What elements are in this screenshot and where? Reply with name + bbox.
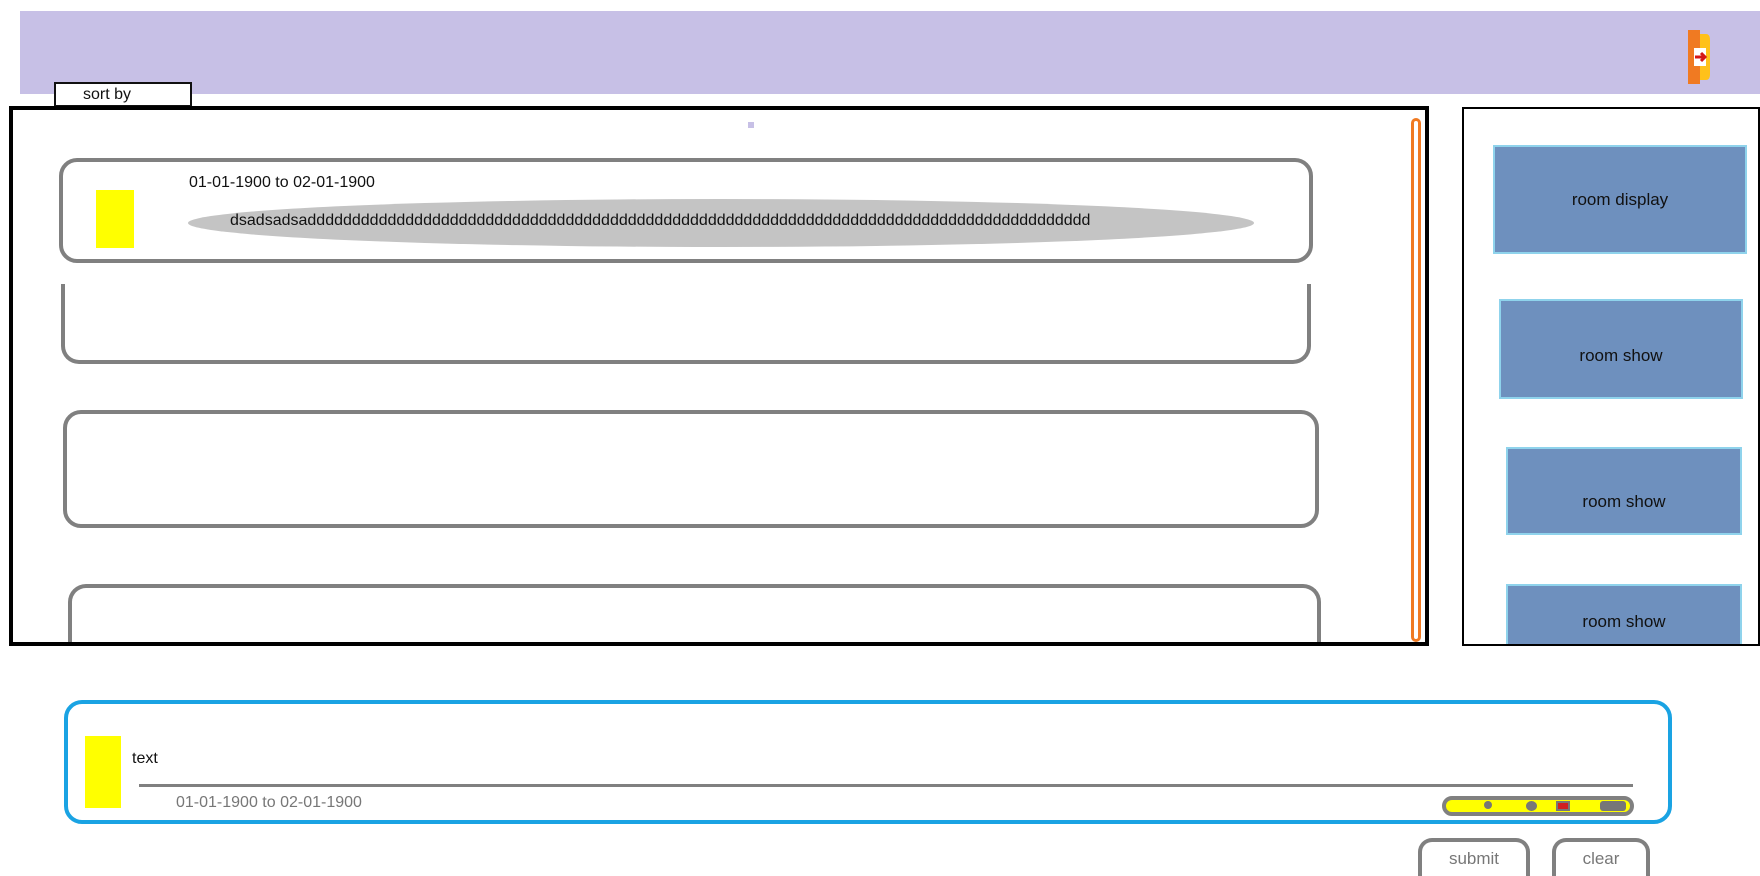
composer-divider (139, 784, 1633, 787)
message-composer: text 01-01-1900 to 02-01-1900 (64, 700, 1672, 824)
formatting-toolbar (1442, 796, 1634, 816)
room-sidebar: room display room show room show room sh… (1462, 107, 1760, 646)
room-show-button[interactable]: room show (1506, 447, 1742, 535)
composer-date-range: 01-01-1900 to 02-01-1900 (176, 794, 362, 811)
list-item[interactable]: 01-01-1900 to 02-01-1900 dsadsadsadddddd… (59, 158, 1313, 263)
clear-button[interactable]: clear (1552, 838, 1650, 876)
top-header (20, 11, 1760, 94)
list-item[interactable] (61, 284, 1311, 364)
card-date-range: 01-01-1900 to 02-01-1900 (189, 174, 375, 191)
toolbar-dot-icon[interactable] (1484, 801, 1492, 809)
toolbar-pill-icon[interactable] (1600, 801, 1626, 811)
toolbar-circle-icon[interactable] (1526, 801, 1537, 811)
card-message-text: dsadsadsaddddddddddddddddddddddddddddddd… (230, 212, 1091, 229)
room-show-button[interactable]: room show (1506, 584, 1742, 644)
card-message-pill: dsadsadsaddddddddddddddddddddddddddddddd… (188, 199, 1254, 247)
reservation-list: 01-01-1900 to 02-01-1900 dsadsadsadddddd… (9, 106, 1429, 646)
drag-handle[interactable] (748, 122, 754, 128)
status-marker (96, 190, 134, 248)
composer-text-input[interactable]: text (132, 750, 1532, 768)
room-display-button[interactable]: room display (1493, 145, 1747, 254)
toolbar-flag-icon[interactable] (1556, 801, 1570, 811)
submit-button[interactable]: submit (1418, 838, 1530, 876)
list-item[interactable] (63, 410, 1319, 528)
vertical-scrollbar[interactable] (1411, 118, 1421, 642)
room-show-button[interactable]: room show (1499, 299, 1743, 399)
composer-marker (85, 736, 121, 808)
exit-door-icon[interactable] (1688, 30, 1718, 84)
list-item[interactable] (68, 584, 1321, 642)
sort-by-control[interactable]: sort by (54, 82, 192, 107)
